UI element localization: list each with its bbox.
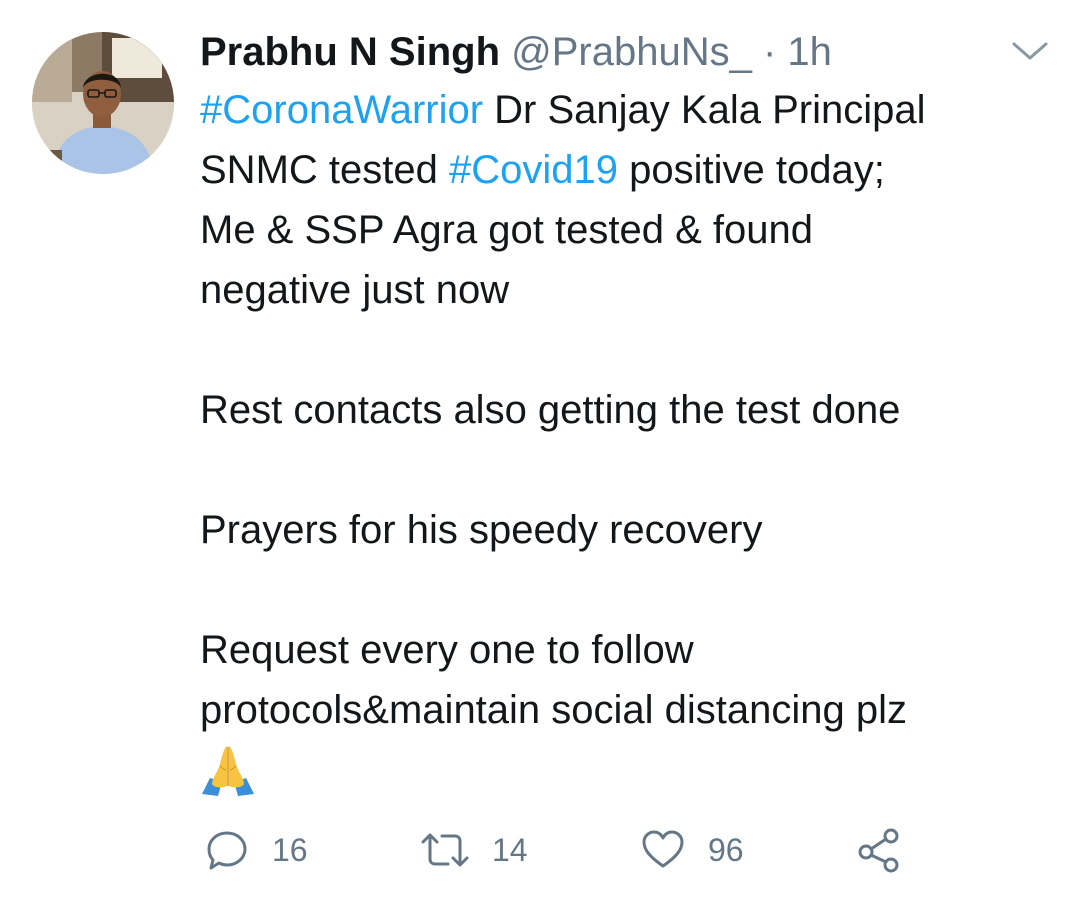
heart-icon bbox=[642, 830, 684, 868]
reply-count: 16 bbox=[272, 831, 308, 868]
text-line: #CoronaWarrior Dr Sanjay Kala Principal bbox=[200, 80, 1060, 140]
tweet-actions: 16 14 96 bbox=[200, 822, 1060, 878]
text-line: Rest contacts also getting the test done bbox=[200, 388, 901, 432]
retweet-count: 14 bbox=[492, 831, 528, 868]
display-name[interactable]: Prabhu N Singh bbox=[200, 30, 500, 74]
reply-icon bbox=[207, 831, 247, 870]
folded-hands-emoji bbox=[202, 746, 254, 796]
text-line: negative just now bbox=[200, 268, 510, 312]
reply-button[interactable]: 16 bbox=[204, 822, 308, 878]
share-button[interactable] bbox=[856, 822, 902, 878]
header-separator: · bbox=[751, 30, 788, 74]
text-line: Prayers for his speedy recovery bbox=[200, 508, 763, 552]
text-line: protocols&maintain social distancing plz bbox=[200, 688, 908, 732]
text-line: Request every one to follow bbox=[200, 628, 694, 672]
text-span: positive today; bbox=[617, 148, 885, 192]
emoji-line bbox=[200, 740, 1060, 800]
retweet-icon bbox=[421, 833, 469, 867]
chevron-down-icon[interactable] bbox=[1008, 36, 1052, 66]
retweet-button[interactable]: 14 bbox=[420, 822, 528, 878]
text-line: Me & SSP Agra got tested & found bbox=[200, 208, 813, 252]
text-line: SNMC tested #Covid19 positive today; bbox=[200, 140, 1060, 200]
tweet-header: Prabhu N Singh @PrabhuNs_ · 1h bbox=[200, 22, 832, 82]
text-span: Dr Sanjay Kala Principal bbox=[483, 88, 926, 132]
hashtag-link[interactable]: #Covid19 bbox=[449, 148, 618, 192]
like-button[interactable]: 96 bbox=[640, 822, 744, 878]
like-count: 96 bbox=[708, 831, 744, 868]
timestamp[interactable]: 1h bbox=[787, 30, 832, 74]
tweet[interactable]: Prabhu N Singh @PrabhuNs_ · 1h #CoronaWa… bbox=[0, 0, 1080, 897]
text-span: SNMC tested bbox=[200, 148, 449, 192]
tweet-text: #CoronaWarrior Dr Sanjay Kala Principal … bbox=[200, 80, 1060, 800]
avatar[interactable] bbox=[32, 32, 174, 174]
share-icon bbox=[858, 828, 899, 873]
hashtag-link[interactable]: #CoronaWarrior bbox=[200, 88, 483, 132]
user-handle[interactable]: @PrabhuNs_ bbox=[511, 30, 752, 74]
